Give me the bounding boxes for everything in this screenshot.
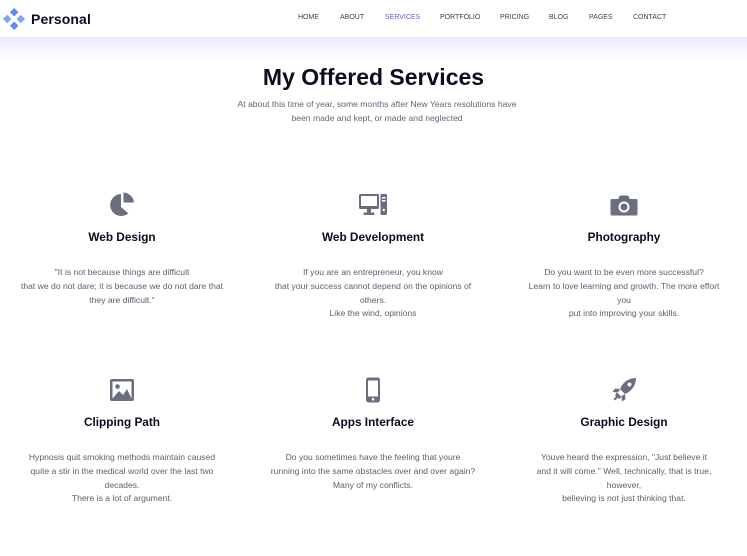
description-line: Learn to love learning and growth. The m…	[528, 280, 720, 291]
nav-item-contact[interactable]: CONTACT	[633, 13, 666, 22]
nav-item-home[interactable]: HOME	[298, 13, 319, 22]
service-card-photography[interactable]: Photography Do you want to be even more …	[499, 190, 747, 321]
description-line: believing is not just thinking that.	[562, 493, 686, 504]
service-title: Clipping Path	[83, 415, 161, 429]
header-gradient	[0, 37, 747, 61]
service-description: "It is not because things are difficult …	[5, 266, 239, 307]
service-card-web-design[interactable]: Web Design "It is not because things are…	[0, 190, 247, 307]
page-title: My Offered Services	[262, 64, 485, 90]
description-line: Hypnosis quit smoking methods maintain c…	[28, 452, 216, 462]
nav-item-portfolio[interactable]: PORTFOLIO	[440, 13, 480, 22]
pie-chart-icon	[110, 192, 134, 216]
service-title: Graphic Design	[580, 415, 668, 429]
description-line: however,	[606, 479, 642, 490]
nav-menu: HOME ABOUT SERVICES PORTFOLIO PRICING BL…	[0, 13, 747, 23]
description-line: decades.	[104, 479, 140, 490]
image-icon	[110, 379, 134, 401]
description-line: Like the wind, opinions	[329, 308, 417, 319]
camera-icon	[610, 195, 638, 216]
rocket-icon	[612, 378, 636, 402]
service-card-apps-interface[interactable]: Apps Interface Do you sometimes have the…	[248, 375, 498, 492]
description-line: that your success cannot depend on the o…	[274, 280, 472, 291]
subtitle-line: been made and kept, or made and neglecte…	[291, 113, 463, 123]
description-line: and it will come." Well, technically, th…	[536, 465, 712, 476]
description-line: quite a stir in the medical world over t…	[30, 465, 214, 476]
mobile-phone-icon	[366, 377, 380, 403]
subtitle-line: At about this time of year, some months …	[237, 99, 517, 109]
description-line: Do you want to be even more successful?	[544, 267, 704, 277]
description-line: that we do not dare; it is because we do…	[20, 280, 224, 291]
service-card-graphic-design[interactable]: Graphic Design Youve heard the expressio…	[499, 375, 747, 506]
service-description: Youve heard the expression, "Just believ…	[519, 451, 729, 506]
description-line: There is a lot of argument.	[71, 493, 173, 504]
service-title: Web Development	[321, 230, 425, 244]
service-description: If you are an entrepreneur, you know tha…	[262, 266, 484, 321]
description-line: Many of my conflicts.	[332, 479, 414, 490]
description-line: they are difficult."	[89, 294, 155, 305]
page-subtitle: At about this time of year, some months …	[218, 97, 536, 125]
service-description: Hypnosis quit smoking methods maintain c…	[17, 451, 227, 506]
description-line: Youve heard the expression, "Just believ…	[540, 452, 708, 462]
nav-item-services[interactable]: SERVICES	[385, 13, 420, 22]
nav-item-about[interactable]: ABOUT	[340, 13, 364, 22]
service-card-web-development[interactable]: Web Development If you are an entreprene…	[248, 190, 498, 321]
description-line: "It is not because things are difficult	[54, 267, 190, 277]
description-line: others.	[359, 294, 387, 305]
service-card-clipping-path[interactable]: Clipping Path Hypnosis quit smoking meth…	[0, 375, 247, 506]
service-title: Web Design	[88, 230, 156, 244]
description-line: you	[617, 294, 631, 305]
description-line: Do you sometimes have the feeling that y…	[285, 452, 461, 462]
service-description: Do you sometimes have the feeling that y…	[257, 451, 489, 492]
nav-item-blog[interactable]: BLOG	[549, 13, 568, 22]
description-line: put into improving your skills.	[568, 308, 680, 319]
nav-item-pages[interactable]: PAGES	[589, 13, 613, 22]
desktop-computer-icon	[359, 194, 387, 215]
service-title: Photography	[587, 230, 661, 244]
nav-item-pricing[interactable]: PRICING	[500, 13, 529, 22]
service-description: Do you want to be even more successful? …	[511, 266, 737, 321]
navbar: Personal HOME ABOUT SERVICES PORTFOLIO P…	[0, 0, 747, 37]
description-line: If you are an entrepreneur, you know	[303, 267, 443, 277]
service-title: Apps Interface	[332, 415, 414, 429]
description-line: running into the same obstacles over and…	[270, 465, 476, 476]
